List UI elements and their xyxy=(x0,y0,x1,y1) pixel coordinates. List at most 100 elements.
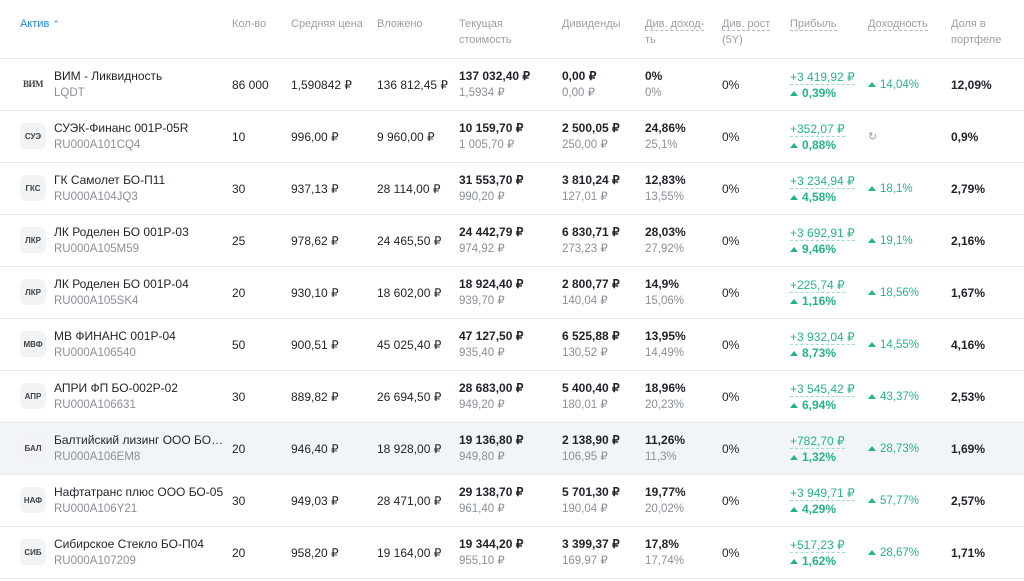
asset-ticker: RU000A106Y21 xyxy=(54,502,138,515)
asset-cell[interactable]: Сибирское Стекло БО-П04 RU000A107209 xyxy=(54,527,224,578)
header-invested[interactable]: Вложено xyxy=(377,16,423,32)
table-row[interactable]: НАФ Нафтатранс плюс ООО БО-05 RU000A106Y… xyxy=(0,475,1024,527)
triangle-up-icon xyxy=(790,194,798,200)
yield-value: 19,1% xyxy=(868,235,913,247)
profit-value[interactable]: +3 419,92 ₽ xyxy=(790,70,855,85)
asset-name[interactable]: Сибирское Стекло БО-П04 xyxy=(54,536,224,553)
history-icon[interactable]: ↻ xyxy=(868,130,877,143)
asset-name[interactable]: МВ ФИНАНС 001Р-04 xyxy=(54,328,224,345)
asset-logo: СИБ xyxy=(20,539,46,565)
asset-name[interactable]: Нафтатранс плюс ООО БО-05 xyxy=(54,484,224,501)
header-yield[interactable]: Доходность xyxy=(868,16,928,32)
asset-name[interactable]: ВИМ - Ликвидность xyxy=(54,68,224,85)
asset-cell[interactable]: ЛК Роделен БО 001Р-04 RU000A105SK4 xyxy=(54,267,224,318)
table-row[interactable]: ЛКР ЛК Роделен БО 001Р-04 RU000A105SK4 2… xyxy=(0,267,1024,319)
asset-cell[interactable]: Нафтатранс плюс ООО БО-05 RU000A106Y21 xyxy=(54,475,224,526)
profit-value[interactable]: +352,07 ₽ xyxy=(790,122,845,137)
asset-logo: МВФ xyxy=(20,331,46,357)
profit-value[interactable]: +3 234,94 ₽ xyxy=(790,174,855,189)
triangle-up-icon xyxy=(868,446,876,451)
header-dividends[interactable]: Дивиденды xyxy=(562,16,621,32)
asset-logo: БАЛ xyxy=(20,435,46,461)
asset-logo: СУЭ xyxy=(20,123,46,149)
current-price: 949,20 ₽ xyxy=(459,398,505,411)
header-profit[interactable]: Прибыль xyxy=(790,16,837,32)
div-yield-current: 20,02% xyxy=(645,502,685,515)
table-row[interactable]: СИБ Сибирское Стекло БО-П04 RU000A107209… xyxy=(0,527,1024,579)
invested-value: 18 928,00 ₽ xyxy=(377,441,442,456)
triangle-up-icon xyxy=(790,506,798,512)
div-growth-value: 0% xyxy=(722,77,740,92)
asset-cell[interactable]: Балтийский лизинг ООО БО-… RU000A106EM8 xyxy=(54,423,224,474)
triangle-up-icon xyxy=(790,142,798,148)
profit-percent: 1,62% xyxy=(790,553,845,570)
sort-by-asset-header[interactable]: Актив ⌃ xyxy=(20,16,60,32)
profit-value[interactable]: +225,74 ₽ xyxy=(790,278,845,293)
dividends-value: 3 399,37 ₽ xyxy=(562,536,620,551)
avg-price-value: 949,03 ₽ xyxy=(291,493,339,508)
header-avg-price[interactable]: Средняя цена xyxy=(291,16,363,32)
avg-price-value: 937,13 ₽ xyxy=(291,181,339,196)
dividends-per-unit: 250,00 ₽ xyxy=(562,138,608,151)
table-row[interactable]: СУЭ СУЭК-Финанс 001Р-05R RU000A101CQ4 10… xyxy=(0,111,1024,163)
header-current-value[interactable]: Текущая стоимость xyxy=(459,16,512,48)
profit-value[interactable]: +3 692,91 ₽ xyxy=(790,226,855,241)
div-growth-value: 0% xyxy=(722,233,740,248)
asset-cell[interactable]: ЛК Роделен БО 001Р-03 RU000A105M59 xyxy=(54,215,224,266)
div-growth-value: 0% xyxy=(722,129,740,144)
asset-name[interactable]: ЛК Роделен БО 001Р-04 xyxy=(54,276,224,293)
div-yield-value: 0% xyxy=(645,68,663,83)
qty-value: 10 xyxy=(232,129,246,144)
table-row[interactable]: МВФ МВ ФИНАНС 001Р-04 RU000A106540 50 90… xyxy=(0,319,1024,371)
table-header: Актив ⌃ Кол-во Средняя цена Вложено Текущ… xyxy=(0,0,1024,59)
table-row[interactable]: ЛКР ЛК Роделен БО 001Р-03 RU000A105M59 2… xyxy=(0,215,1024,267)
div-yield-value: 11,26% xyxy=(645,432,686,447)
asset-ticker: LQDT xyxy=(54,86,85,99)
profit-value[interactable]: +3 932,04 ₽ xyxy=(790,330,855,345)
div-yield-current: 0% xyxy=(645,86,662,99)
div-yield-value: 14,9% xyxy=(645,276,680,291)
current-price: 955,10 ₽ xyxy=(459,554,505,567)
asset-name[interactable]: АПРИ ФП БО-002Р-02 xyxy=(54,380,224,397)
dividends-value: 6 830,71 ₽ xyxy=(562,224,620,239)
div-yield-value: 17,8% xyxy=(645,536,680,551)
qty-value: 30 xyxy=(232,389,246,404)
header-portfolio-share[interactable]: Доля в портфеле xyxy=(951,16,1001,48)
asset-cell[interactable]: МВ ФИНАНС 001Р-04 RU000A106540 xyxy=(54,319,224,370)
asset-cell[interactable]: СУЭК-Финанс 001Р-05R RU000A101CQ4 xyxy=(54,111,224,162)
profit-value[interactable]: +517,23 ₽ xyxy=(790,538,845,553)
dividends-per-unit: 169,97 ₽ xyxy=(562,554,608,567)
div-growth-value: 0% xyxy=(722,493,740,508)
header-qty[interactable]: Кол-во xyxy=(232,16,266,32)
triangle-up-icon xyxy=(868,290,876,295)
asset-name[interactable]: ГК Самолет БО-П11 xyxy=(54,172,224,189)
current-price: 939,70 ₽ xyxy=(459,294,505,307)
profit-value[interactable]: +782,70 ₽ xyxy=(790,434,845,449)
header-div-growth[interactable]: Див. рост (5Y) xyxy=(722,16,771,48)
profit-value[interactable]: +3 949,71 ₽ xyxy=(790,486,855,501)
invested-value: 9 960,00 ₽ xyxy=(377,129,435,144)
triangle-up-icon xyxy=(790,558,798,564)
table-row[interactable]: БАЛ Балтийский лизинг ООО БО-… RU000A106… xyxy=(0,423,1024,475)
profit-percent: 4,29% xyxy=(790,501,855,518)
asset-ticker: RU000A104JQ3 xyxy=(54,190,138,203)
table-row[interactable]: ГКС ГК Самолет БО-П11 RU000A104JQ3 30 93… xyxy=(0,163,1024,215)
asset-cell[interactable]: ГК Самолет БО-П11 RU000A104JQ3 xyxy=(54,163,224,214)
current-value: 47 127,50 ₽ xyxy=(459,328,524,343)
header-div-yield[interactable]: Див. доход-ть xyxy=(645,16,705,48)
triangle-up-icon xyxy=(868,186,876,191)
profit-value[interactable]: +3 545,42 ₽ xyxy=(790,382,855,397)
asset-name[interactable]: Балтийский лизинг ООО БО-… xyxy=(54,432,224,449)
portfolio-share-value: 2,53% xyxy=(951,389,986,404)
asset-name[interactable]: СУЭК-Финанс 001Р-05R xyxy=(54,120,224,137)
asset-name[interactable]: ЛК Роделен БО 001Р-03 xyxy=(54,224,224,241)
asset-cell[interactable]: ВИМ - Ликвидность LQDT xyxy=(54,59,224,110)
table-row[interactable]: АПР АПРИ ФП БО-002Р-02 RU000A106631 30 8… xyxy=(0,371,1024,423)
div-yield-current: 15,06% xyxy=(645,294,685,307)
avg-price-value: 930,10 ₽ xyxy=(291,285,339,300)
table-row[interactable]: ВИМ ВИМ - Ликвидность LQDT 86 000 1,5908… xyxy=(0,59,1024,111)
yield-value: 18,56% xyxy=(868,287,919,299)
asset-cell[interactable]: АПРИ ФП БО-002Р-02 RU000A106631 xyxy=(54,371,224,422)
triangle-up-icon xyxy=(868,498,876,503)
invested-value: 18 602,00 ₽ xyxy=(377,285,442,300)
